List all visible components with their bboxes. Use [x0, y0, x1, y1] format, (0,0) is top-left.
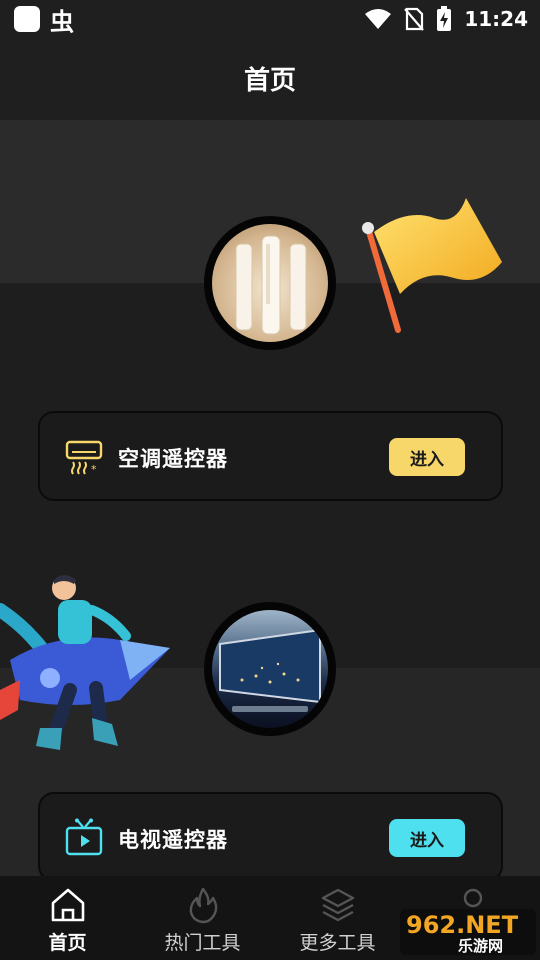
tab-more-tools[interactable]: 更多工具	[270, 876, 405, 960]
tab-more-tools-label: 更多工具	[299, 932, 376, 954]
svg-text:962.NET: 962.NET	[406, 911, 519, 939]
page-title: 首页	[243, 66, 296, 96]
app-notification-icon	[14, 6, 40, 32]
tv-remote-label: 电视遥控器	[118, 828, 228, 852]
wifi-icon	[365, 9, 392, 29]
home-icon	[51, 888, 84, 922]
flame-icon	[189, 887, 217, 924]
tv-remote-card[interactable]: 电视遥控器 进入	[38, 792, 503, 882]
tv-enter-button[interactable]: 进入	[389, 819, 465, 857]
tab-home-label: 首页	[48, 932, 87, 954]
svg-text:*: *	[91, 463, 97, 476]
app-header: 首页	[0, 38, 540, 120]
app-glyph: 虫	[50, 8, 74, 36]
tab-hot-tools[interactable]: 热门工具	[135, 876, 270, 960]
air-conditioner-icon: *	[65, 440, 103, 476]
ac-remote-card[interactable]: * 空调遥控器 进入	[38, 411, 503, 501]
tab-hot-tools-label: 热门工具	[164, 932, 241, 954]
status-bar: 虫 11:24	[0, 0, 540, 38]
rocket-rider-illustration	[0, 575, 170, 750]
tv-image	[204, 602, 336, 736]
svg-text:乐游网: 乐游网	[458, 937, 503, 955]
ac-enter-button[interactable]: 进入	[389, 438, 465, 476]
tab-home[interactable]: 首页	[0, 876, 135, 960]
battery-charging-icon	[437, 6, 452, 31]
flag-illustration	[362, 198, 502, 333]
air-conditioner-image	[204, 216, 336, 350]
layers-icon	[321, 888, 354, 922]
site-watermark-logo: 962.NET 乐游网	[400, 909, 536, 955]
no-sim-icon	[404, 7, 425, 31]
status-icons: 11:24	[364, 6, 528, 32]
tv-icon	[65, 818, 103, 856]
ac-remote-label: 空调遥控器	[118, 447, 228, 471]
clock: 11:24	[464, 7, 528, 31]
